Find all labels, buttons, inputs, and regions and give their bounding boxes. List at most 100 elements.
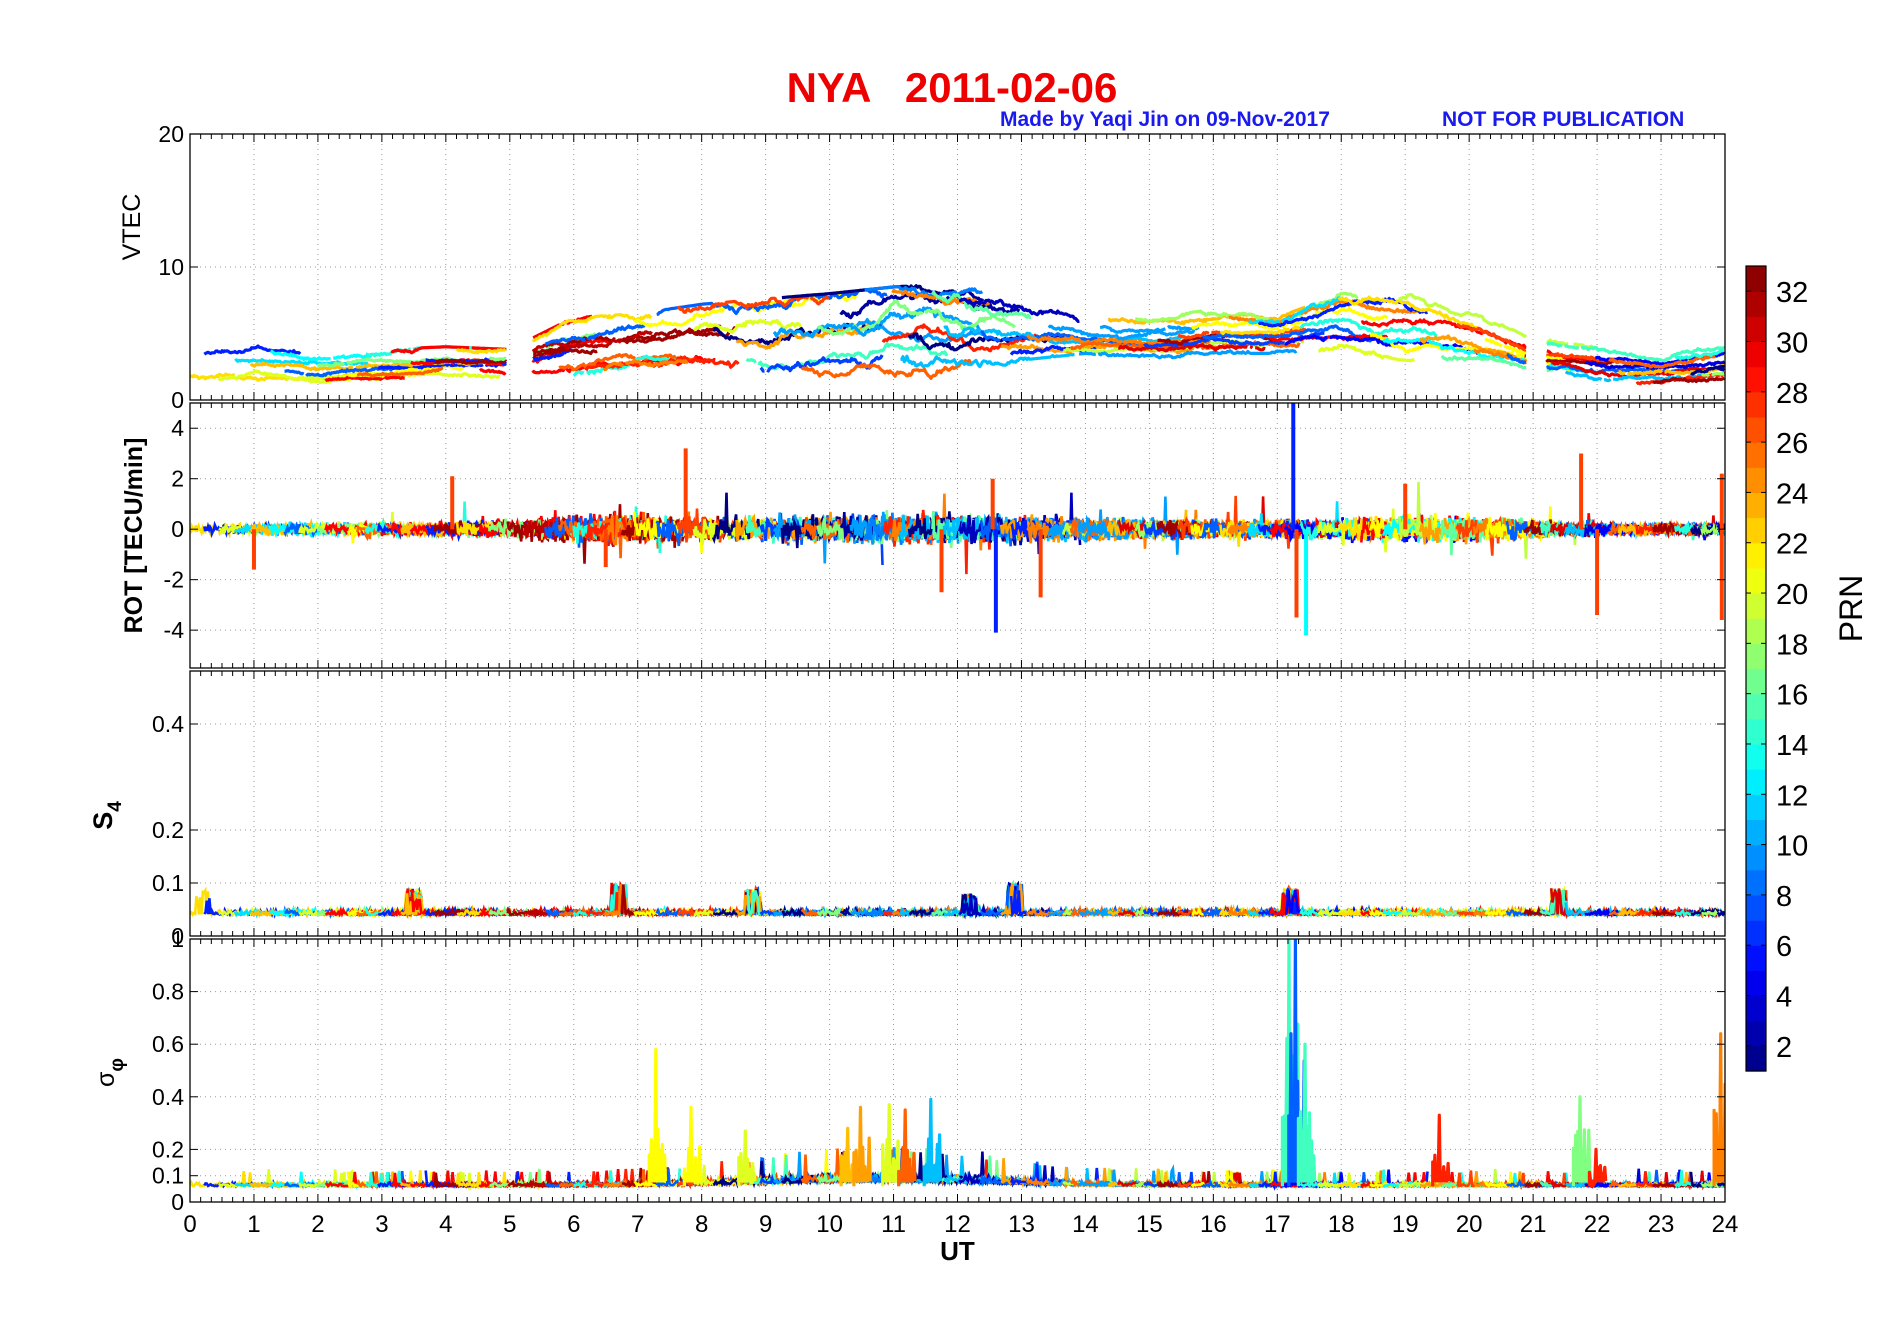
x-tick-label: 2 [311,1211,324,1238]
colorbar-segment [1746,593,1766,619]
colorbar-tick-label: 10 [1776,831,1808,863]
vtec-series-prn-18 [1701,372,1725,377]
colorbar-tick-label: 16 [1776,680,1808,712]
sigma-y-label: σφ [92,1058,128,1087]
colorbar-segment [1746,266,1766,292]
colorbar-segment [1746,567,1766,594]
colorbar-segment [1746,920,1766,946]
vtec-ytick-label: 0 [171,387,184,413]
colorbar-segment [1746,743,1766,770]
colorbar-tick-label: 24 [1776,478,1808,510]
colorbar-segment [1746,416,1766,443]
colorbar-segment [1746,668,1766,695]
colorbar-segment [1746,517,1766,544]
figure-canvas: 01020VTEC-4-2024ROT [TECU/min]00.10.20.4… [88,121,1869,1266]
colorbar-tick-label: 6 [1776,931,1792,963]
vtec-ytick-label: 10 [158,254,184,280]
x-tick-label: 0 [183,1211,196,1238]
colorbar-segment [1746,945,1766,971]
colorbar-tick-label: 8 [1776,881,1792,913]
colorbar-segment [1746,291,1766,317]
x-tick-label: 3 [375,1211,388,1238]
sigma_phi-plot-area [190,939,1725,1202]
x-tick-label: 20 [1456,1211,1483,1238]
colorbar-segment [1746,869,1766,896]
colorbar-segment [1746,1020,1766,1047]
colorbar-tick-label: 12 [1776,780,1808,812]
x-tick-label: 15 [1136,1211,1163,1238]
x-tick-label: 24 [1712,1211,1739,1238]
colorbar-segment [1746,693,1766,720]
colorbar-tick-label: 4 [1776,982,1792,1014]
colorbar-segment [1746,995,1766,1022]
sigma_phi-ytick-label: 0.6 [152,1031,184,1057]
x-tick-label: 4 [439,1211,452,1238]
x-tick-label: 6 [567,1211,580,1238]
colorbar-segment [1746,366,1766,393]
colorbar-segment [1746,1045,1766,1072]
x-tick-label: 19 [1392,1211,1419,1238]
colorbar-tick-label: 30 [1776,327,1808,359]
colorbar-tick-label: 2 [1776,1032,1792,1064]
colorbar-segment [1746,718,1766,745]
rot-ytick-label: 2 [171,466,184,492]
colorbar-segment [1746,794,1766,821]
sigma_phi-ytick-label: 0.2 [152,1136,184,1162]
colorbar: 2468101214161820222426283032PRN [1745,265,1869,1072]
x-tick-label: 23 [1648,1211,1675,1238]
colorbar-segment [1746,467,1766,494]
colorbar-segment [1746,894,1766,921]
x-tick-label: 1 [247,1211,260,1238]
colorbar-tick-label: 20 [1776,579,1808,611]
x-tick-label: 18 [1328,1211,1355,1238]
x-tick-label: 8 [695,1211,708,1238]
s4-ytick-label: 0.1 [152,870,184,896]
colorbar-tick-label: 18 [1776,629,1808,661]
s4-series-prn-2 [1716,911,1725,917]
x-tick-label: 14 [1072,1211,1099,1238]
rot-ytick-label: 0 [171,516,184,542]
x-tick-label: 17 [1264,1211,1291,1238]
rot-y-label: ROT [TECU/min] [120,438,148,634]
x-axis-label: UT [940,1236,975,1266]
colorbar-segment [1746,341,1766,368]
sigma-series-prn-2 [1716,1182,1725,1187]
rot-panel [190,403,1725,668]
colorbar-segment [1746,844,1766,871]
sigma_phi-panel [190,939,1725,1202]
x-tick-label: 5 [503,1211,516,1238]
colorbar-tick-label: 28 [1776,378,1808,410]
colorbar-segment [1746,769,1766,795]
sigma_phi-ytick-label: 1 [171,926,184,952]
s4-ytick-label: 0.4 [152,711,184,737]
x-tick-label: 7 [631,1211,644,1238]
rot-ytick-label: -4 [164,617,185,643]
x-tick-label: 13 [1008,1211,1035,1238]
colorbar-segment [1746,442,1766,468]
vtec-panel [190,134,1725,400]
x-tick-label: 12 [944,1211,971,1238]
rot-ytick-label: 4 [171,415,184,441]
colorbar-tick-label: 22 [1776,529,1808,561]
colorbar-segment [1746,316,1766,343]
x-tick-label: 21 [1520,1211,1547,1238]
colorbar-segment [1746,643,1766,670]
colorbar-segment [1746,970,1766,997]
colorbar-segment [1746,819,1766,846]
x-tick-label: 16 [1200,1211,1227,1238]
sigma_phi-ytick-label: 0.4 [152,1084,184,1110]
x-tick-label: 9 [759,1211,772,1238]
x-tick-label: 22 [1584,1211,1611,1238]
vtec-ytick-label: 20 [158,121,184,147]
sigma_phi-ytick-label: 0.8 [152,979,184,1005]
colorbar-tick-label: 32 [1776,277,1808,309]
sigma_phi-ytick-label: 0 [171,1189,184,1215]
colorbar-segment [1746,492,1766,519]
colorbar-segment [1746,542,1766,569]
colorbar-tick-label: 26 [1776,428,1808,460]
colorbar-label: PRN [1833,575,1869,643]
colorbar-segment [1746,618,1766,644]
rot-ytick-label: -2 [164,567,184,593]
x-tick-label: 11 [881,1211,906,1238]
vtec-series-prn-2 [1717,366,1725,372]
